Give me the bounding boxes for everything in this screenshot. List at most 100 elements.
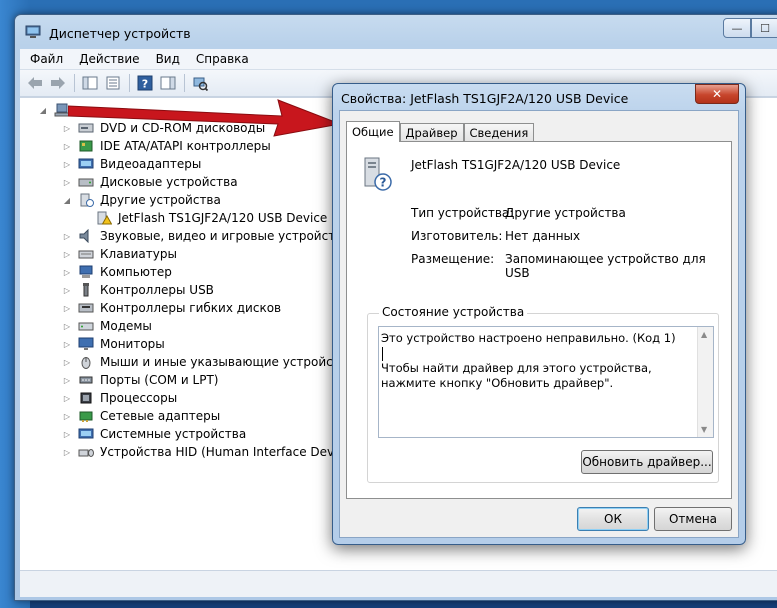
expand-arrow-icon[interactable]: ▷ [62, 232, 72, 241]
tab-driver[interactable]: Драйвер [399, 123, 464, 142]
tree-item-label: Порты (COM и LPT) [100, 373, 219, 387]
monitor-icon [78, 337, 94, 350]
device-status-textbox[interactable]: Это устройство настроено неправильно. (К… [378, 326, 714, 438]
tree-item[interactable]: ▷ Порты (COM и LPT) [62, 371, 219, 389]
scroll-up-icon[interactable]: ▲ [701, 330, 707, 339]
menu-bar: Файл Действие Вид Справка [20, 49, 777, 70]
expand-arrow-icon[interactable]: ▷ [62, 160, 72, 169]
warning-device-icon [97, 211, 112, 225]
tab-general[interactable]: Общие [346, 121, 400, 142]
tree-item-label: Дисковые устройства [100, 175, 238, 189]
tree-item-label: Процессоры [100, 391, 178, 405]
tree-item-label: Видеоадаптеры [100, 157, 202, 171]
tree-item[interactable]: ▷ Устройства HID (Human Interface Devices… [62, 443, 362, 461]
general-tab-panel: ? JetFlash TS1GJF2A/120 USB Device Тип у… [346, 141, 732, 499]
forward-arrow-icon [51, 77, 65, 89]
status-bar [20, 570, 777, 597]
tree-item[interactable]: ▷ Контроллеры USB [62, 281, 214, 299]
close-icon: ✕ [711, 87, 723, 101]
minimize-button[interactable]: — [723, 18, 751, 38]
tree-item[interactable]: ▷ Компьютер [62, 263, 172, 281]
modem-icon [78, 322, 94, 331]
display-adapter-icon [78, 158, 94, 169]
expand-arrow-icon[interactable]: ▷ [62, 430, 72, 439]
tree-item-label: Звуковые, видео и игровые устройства [100, 229, 350, 243]
expand-arrow-icon[interactable]: ▷ [62, 358, 72, 367]
tree-item[interactable]: ▷ Контроллеры гибких дисков [62, 299, 281, 317]
tree-item-label: Модемы [100, 319, 152, 333]
tree-item-label: Мыши и иные указывающие устройства [100, 355, 355, 369]
location-value: Запоминающее устройство для USB [505, 252, 706, 280]
tree-item[interactable]: ▷ IDE ATA/ATAPI контроллеры [62, 137, 271, 155]
tree-item[interactable]: ▷ Клавиатуры [62, 245, 177, 263]
device-manager-icon [25, 25, 41, 38]
tree-item[interactable]: ▷ Сетевые адаптеры [62, 407, 220, 425]
tree-item[interactable]: ▷ Дисковые устройства [62, 173, 238, 191]
ide-controller-icon [79, 140, 93, 152]
collapse-arrow-icon[interactable]: ◢ [62, 196, 72, 205]
cancel-button[interactable]: Отмена [654, 507, 732, 531]
tree-item[interactable]: ▷JetFlash TS1GJF2A/120 USB Device [80, 209, 327, 227]
keyboard-icon [78, 250, 94, 259]
tree-item[interactable]: ▷ Модемы [62, 317, 152, 335]
tree-item-label: Мониторы [100, 337, 165, 351]
tree-item[interactable]: ▷ Видеоадаптеры [62, 155, 201, 173]
back-button[interactable] [26, 74, 44, 92]
tree-item[interactable]: ▷ Мониторы [62, 335, 165, 353]
menu-view[interactable]: Вид [150, 52, 186, 66]
scroll-down-icon[interactable]: ▼ [701, 425, 707, 434]
disk-drive-icon [78, 178, 94, 187]
expand-arrow-icon[interactable]: ▷ [62, 394, 72, 403]
tab-details[interactable]: Сведения [463, 123, 535, 142]
window-title: Диспетчер устройств [49, 26, 191, 41]
red-arrow-annotation [68, 99, 342, 137]
status-scrollbar[interactable]: ▲ ▼ [697, 327, 713, 437]
update-driver-button[interactable]: Обновить драйвер... [581, 450, 713, 474]
tree-item[interactable]: ▷ Процессоры [62, 389, 177, 407]
maximize-button[interactable]: ☐ [751, 18, 777, 38]
menu-file[interactable]: Файл [24, 52, 69, 66]
dialog-title: Свойства: JetFlash TS1GJF2A/120 USB Devi… [341, 91, 629, 106]
ok-button[interactable]: ОК [577, 507, 649, 531]
expand-arrow-icon[interactable]: ▷ [62, 178, 72, 187]
expand-arrow-icon[interactable]: ▷ [62, 412, 72, 421]
device-name: JetFlash TS1GJF2A/120 USB Device [411, 158, 621, 172]
status-message: Это устройство настроено неправильно. (К… [381, 331, 676, 345]
properties-dialog: Свойства: JetFlash TS1GJF2A/120 USB Devi… [332, 83, 746, 545]
expand-arrow-icon[interactable]: ▷ [62, 304, 72, 313]
tree-item-label: Клавиатуры [100, 247, 177, 261]
collapse-arrow-icon[interactable]: ◢ [38, 106, 48, 115]
forward-button[interactable] [49, 74, 67, 92]
hid-device-icon [78, 449, 94, 457]
mouse-icon [81, 357, 91, 369]
tree-item[interactable]: ▷ Мыши и иные указывающие устройства [62, 353, 354, 371]
location-label: Размещение: [411, 252, 495, 266]
expand-arrow-icon[interactable]: ▷ [62, 142, 72, 151]
menu-help[interactable]: Справка [190, 52, 255, 66]
tree-item[interactable]: ▷ Звуковые, видео и игровые устройства [62, 227, 350, 245]
tree-item[interactable]: ◢ Другие устройства [62, 191, 221, 209]
expand-arrow-icon[interactable]: ▷ [62, 340, 72, 349]
computer-icon [79, 265, 93, 278]
expand-arrow-icon[interactable]: ▷ [62, 286, 72, 295]
expand-arrow-icon[interactable]: ▷ [62, 448, 72, 457]
expand-arrow-icon[interactable]: ▷ [62, 268, 72, 277]
dialog-body: Общие Драйвер Сведения ? JetFlash TS1GJF… [339, 110, 739, 538]
expand-arrow-icon[interactable]: ▷ [62, 250, 72, 259]
title-bar[interactable]: Диспетчер устройств — ☐ [15, 15, 777, 49]
expand-arrow-icon[interactable]: ▷ [62, 376, 72, 385]
dialog-close-button[interactable]: ✕ [695, 84, 739, 104]
menu-action[interactable]: Действие [73, 52, 145, 66]
expand-arrow-icon[interactable]: ▷ [62, 322, 72, 331]
tree-item[interactable]: ▷ Системные устройства [62, 425, 246, 443]
floppy-controller-icon [78, 303, 94, 313]
svg-text:?: ? [380, 176, 387, 190]
sound-device-icon [79, 229, 89, 243]
tree-item-label: Контроллеры USB [100, 283, 214, 297]
device-status-text: Это устройство настроено неправильно. (К… [381, 331, 693, 391]
tree-item-label: JetFlash TS1GJF2A/120 USB Device [118, 211, 328, 225]
maximize-icon: ☐ [760, 21, 770, 35]
tree-item-label: Системные устройства [100, 427, 247, 441]
tree-item-label: Сетевые адаптеры [100, 409, 221, 423]
status-caret [382, 347, 383, 361]
